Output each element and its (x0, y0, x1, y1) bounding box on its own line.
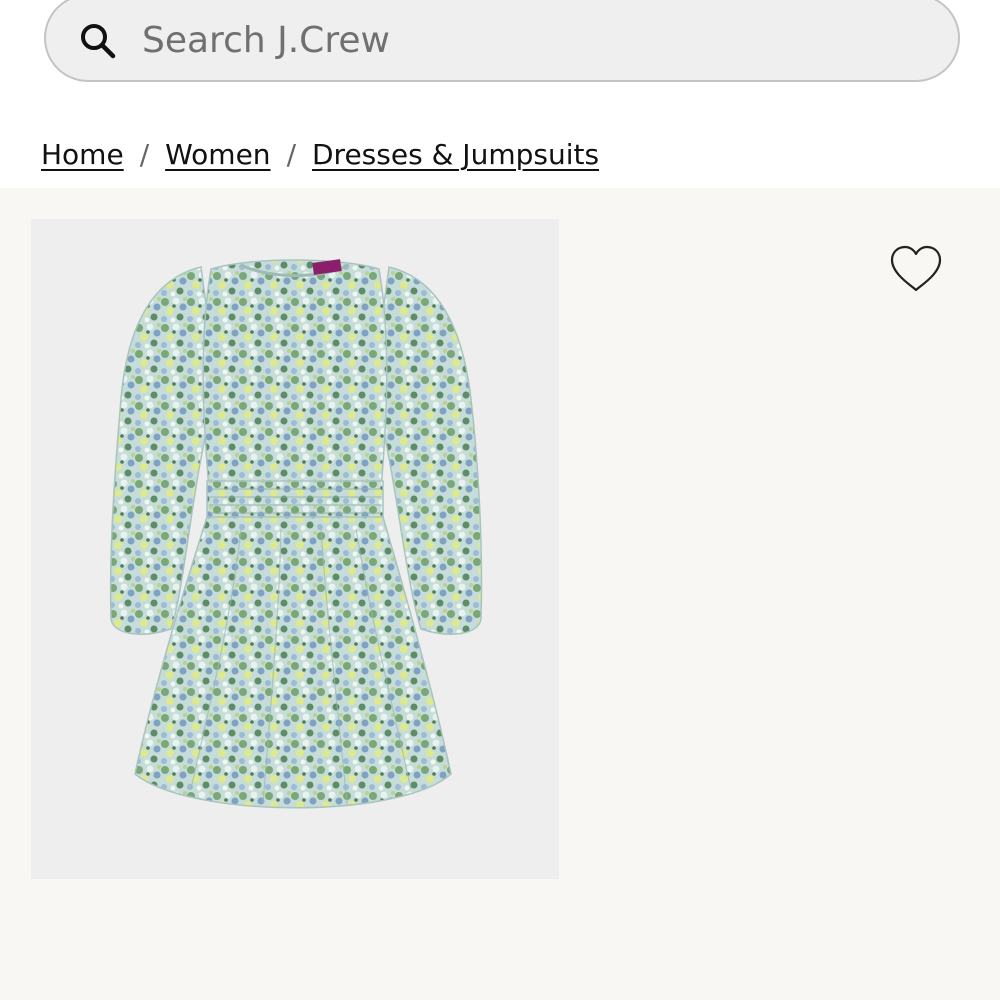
breadcrumb: Home / Women / Dresses & Jumpsuits (41, 134, 599, 174)
product-area (0, 188, 1000, 1000)
breadcrumb-women[interactable]: Women (165, 138, 270, 171)
product-image[interactable] (31, 219, 559, 879)
search-bar[interactable] (44, 0, 960, 82)
heart-outline-icon[interactable] (888, 244, 944, 294)
search-icon[interactable] (78, 21, 118, 61)
page: Home / Women / Dresses & Jumpsuits (0, 0, 1000, 1000)
breadcrumb-separator: / (286, 137, 296, 171)
breadcrumb-home[interactable]: Home (41, 138, 124, 171)
dress-illustration (109, 259, 483, 809)
breadcrumb-separator: / (139, 137, 150, 171)
search-input[interactable] (142, 10, 922, 70)
breadcrumb-dresses-jumpsuits[interactable]: Dresses & Jumpsuits (312, 138, 599, 171)
